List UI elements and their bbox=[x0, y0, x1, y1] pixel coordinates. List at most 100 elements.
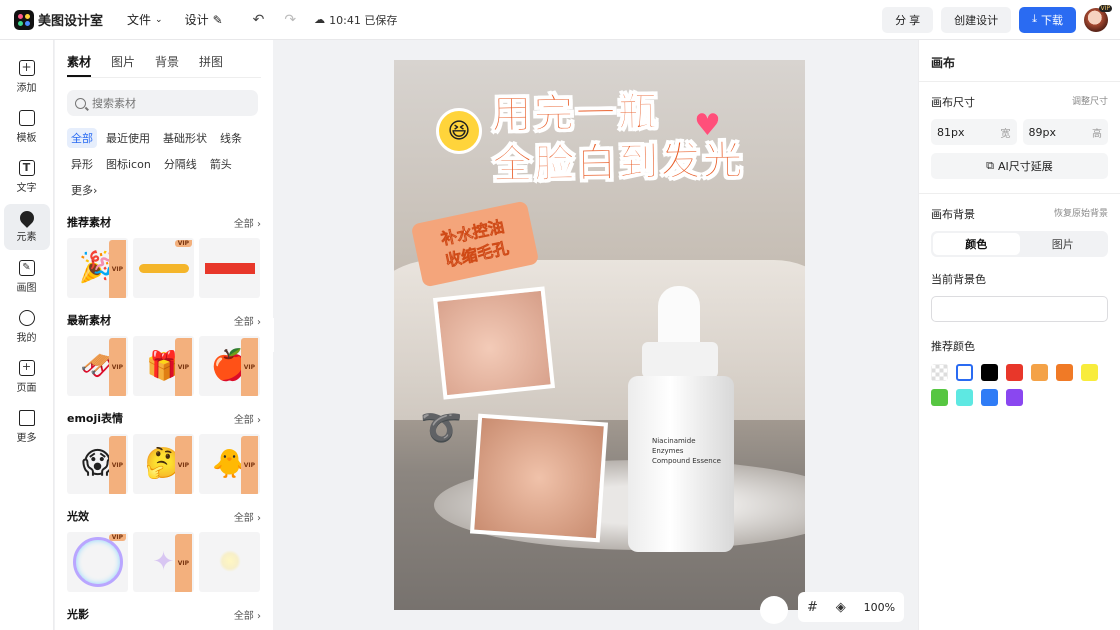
rail-item-draw[interactable]: ✎ 画图 bbox=[4, 254, 50, 300]
serum-bottle-image[interactable]: Niacinamide Enzymes Compound Essence bbox=[626, 286, 736, 552]
tab-collage[interactable]: 拼图 bbox=[199, 53, 223, 77]
curly-arrow-doodle[interactable]: ➰ bbox=[420, 408, 462, 448]
color-swatch[interactable] bbox=[1056, 364, 1073, 381]
share-button[interactable]: 分 享 bbox=[882, 6, 934, 33]
material-thumb-red-bar[interactable] bbox=[199, 238, 260, 298]
plus-icon: + bbox=[18, 60, 35, 76]
rail-item-template[interactable]: 模板 bbox=[4, 104, 50, 150]
seg-color[interactable]: 颜色 bbox=[933, 233, 1020, 255]
design-menu[interactable]: 设计 ✎ bbox=[185, 11, 223, 28]
material-thumb-thinking-emoji[interactable]: 🤔 VIP bbox=[133, 434, 194, 494]
see-all-label: 全部 bbox=[233, 316, 254, 328]
color-swatch[interactable] bbox=[956, 389, 973, 406]
rail-item-add[interactable]: + 添加 bbox=[4, 54, 50, 100]
color-swatch[interactable] bbox=[1081, 364, 1098, 381]
height-value: 89px bbox=[1028, 125, 1057, 139]
tab-image[interactable]: 图片 bbox=[111, 53, 135, 77]
material-thumb-sleigh[interactable]: 🛷 VIP bbox=[67, 336, 128, 396]
layers-icon[interactable]: ◈ bbox=[836, 600, 846, 615]
top-menu: 文件 ⌄ 设计 ✎ ↶ ↷ ☁ 10:41 已保存 bbox=[127, 11, 397, 28]
zoom-level[interactable]: 100% bbox=[864, 601, 895, 614]
material-thumb-party-popper[interactable]: 🎉 VIP bbox=[67, 238, 128, 298]
material-thumb-apple[interactable]: 🍎 VIP bbox=[199, 336, 260, 396]
material-thumb-bubble[interactable]: VIP bbox=[67, 532, 128, 592]
rail-item-more[interactable]: 更多 bbox=[4, 404, 50, 450]
create-design-button[interactable]: 创建设计 bbox=[941, 6, 1012, 33]
see-all-link[interactable]: 全部 › bbox=[234, 607, 261, 622]
current-bg-color-field[interactable] bbox=[931, 296, 1108, 322]
color-swatch[interactable] bbox=[931, 389, 948, 406]
chip-arrows[interactable]: 箭头 bbox=[206, 154, 236, 174]
tabs-divider bbox=[67, 77, 261, 78]
section-newest: 最新素材 全部 › 🛷 VIP 🎁 VIP 🍎 VIP bbox=[67, 312, 261, 396]
template-icon bbox=[18, 110, 35, 126]
search-box[interactable] bbox=[67, 90, 258, 116]
help-button[interactable] bbox=[760, 596, 788, 624]
height-field[interactable]: 89px 高 bbox=[1022, 119, 1108, 145]
avatar[interactable]: VIP bbox=[1084, 4, 1112, 32]
panel-title: 画布 bbox=[931, 56, 956, 70]
search-input[interactable] bbox=[92, 96, 252, 110]
headline-text[interactable]: 用完一瓶 全脸白到发光 bbox=[491, 86, 746, 190]
chip-more[interactable]: 更多 › bbox=[67, 180, 101, 200]
rail-item-page[interactable]: + 页面 bbox=[4, 354, 50, 400]
material-thumb-snow-globe[interactable]: 🎁 VIP bbox=[133, 336, 194, 396]
color-swatch[interactable] bbox=[1031, 364, 1048, 381]
width-field[interactable]: 81px 宽 bbox=[931, 119, 1017, 145]
laughing-emoji-sticker[interactable]: 😆 bbox=[436, 108, 482, 154]
section-title: 最新素材 bbox=[67, 314, 111, 327]
color-swatch[interactable] bbox=[981, 364, 998, 381]
dropper-photo[interactable] bbox=[432, 286, 556, 400]
color-swatch[interactable] bbox=[1006, 364, 1023, 381]
tab-background[interactable]: 背景 bbox=[155, 53, 179, 77]
redo-icon[interactable]: ↷ bbox=[284, 12, 296, 28]
undo-icon[interactable]: ↶ bbox=[253, 12, 265, 28]
design-canvas[interactable]: 😆 ♥ 用完一瓶 全脸白到发光 补水控油 收缩毛孔 ➰ Niacinamide … bbox=[394, 60, 805, 610]
chip-lines[interactable]: 线条 bbox=[216, 128, 246, 148]
ai-extend-button[interactable]: ⧉ AI尺寸延展 bbox=[931, 153, 1108, 179]
width-value: 81px bbox=[937, 125, 965, 139]
section-recommended: 推荐素材 全部 › 🎉 VIP VIP bbox=[67, 214, 261, 298]
chip-irregular[interactable]: 异形 bbox=[67, 154, 97, 174]
material-thumb-chick-emoji[interactable]: 🐥 VIP bbox=[199, 434, 260, 494]
skin-closeup-photo[interactable] bbox=[469, 413, 609, 543]
chip-all[interactable]: 全部 bbox=[67, 128, 97, 148]
section-title: 光效 bbox=[67, 510, 89, 523]
seg-image[interactable]: 图片 bbox=[1020, 233, 1107, 255]
restore-bg-link[interactable]: 恢复原始背景 bbox=[1054, 206, 1108, 222]
grid-icon[interactable]: # bbox=[807, 600, 818, 615]
material-thumb-glow[interactable] bbox=[199, 532, 260, 592]
color-swatch[interactable] bbox=[956, 364, 973, 381]
chip-recent[interactable]: 最近使用 bbox=[102, 128, 154, 148]
rail-label: 模板 bbox=[16, 133, 37, 144]
color-swatch[interactable] bbox=[981, 389, 998, 406]
save-status-text: 10:41 已保存 bbox=[329, 13, 398, 27]
see-all-link[interactable]: 全部 › bbox=[234, 509, 261, 524]
file-menu[interactable]: 文件 ⌄ bbox=[127, 11, 163, 28]
logo-icon bbox=[14, 9, 34, 30]
vip-badge: VIP bbox=[240, 338, 258, 396]
rail-item-text[interactable]: T 文字 bbox=[4, 154, 50, 200]
see-all-label: 全部 bbox=[233, 414, 254, 426]
vip-badge: VIP bbox=[108, 338, 126, 396]
download-button[interactable]: ⤓ 下载 bbox=[1019, 6, 1076, 33]
vip-badge: VIP bbox=[174, 534, 192, 592]
material-thumb-brush-stroke[interactable]: VIP bbox=[133, 238, 194, 298]
canvas-bg-label: 画布背景 bbox=[931, 208, 975, 221]
color-swatch[interactable] bbox=[931, 364, 948, 381]
rail-item-mine[interactable]: 我的 bbox=[4, 304, 50, 350]
see-all-link[interactable]: 全部 › bbox=[234, 313, 261, 328]
tab-material[interactable]: 素材 bbox=[67, 53, 92, 77]
adjust-size-link[interactable]: 调整尺寸 bbox=[1072, 94, 1108, 110]
see-all-link[interactable]: 全部 › bbox=[234, 411, 261, 426]
see-all-link[interactable]: 全部 › bbox=[234, 215, 261, 230]
chip-icons[interactable]: 图标icon bbox=[102, 154, 155, 174]
vip-badge: VIP bbox=[240, 436, 258, 494]
material-thumb-sparkle[interactable]: ✦ VIP bbox=[133, 532, 194, 592]
chip-dividers[interactable]: 分隔线 bbox=[160, 154, 201, 174]
rail-item-element[interactable]: 元素 bbox=[3, 204, 50, 250]
color-swatch[interactable] bbox=[1006, 389, 1023, 406]
material-thumb-shocked-emoji[interactable]: 😱 VIP bbox=[67, 434, 128, 494]
chip-basic-shapes[interactable]: 基础形状 bbox=[159, 128, 211, 148]
app-logo[interactable]: 美图设计室 bbox=[14, 9, 103, 30]
